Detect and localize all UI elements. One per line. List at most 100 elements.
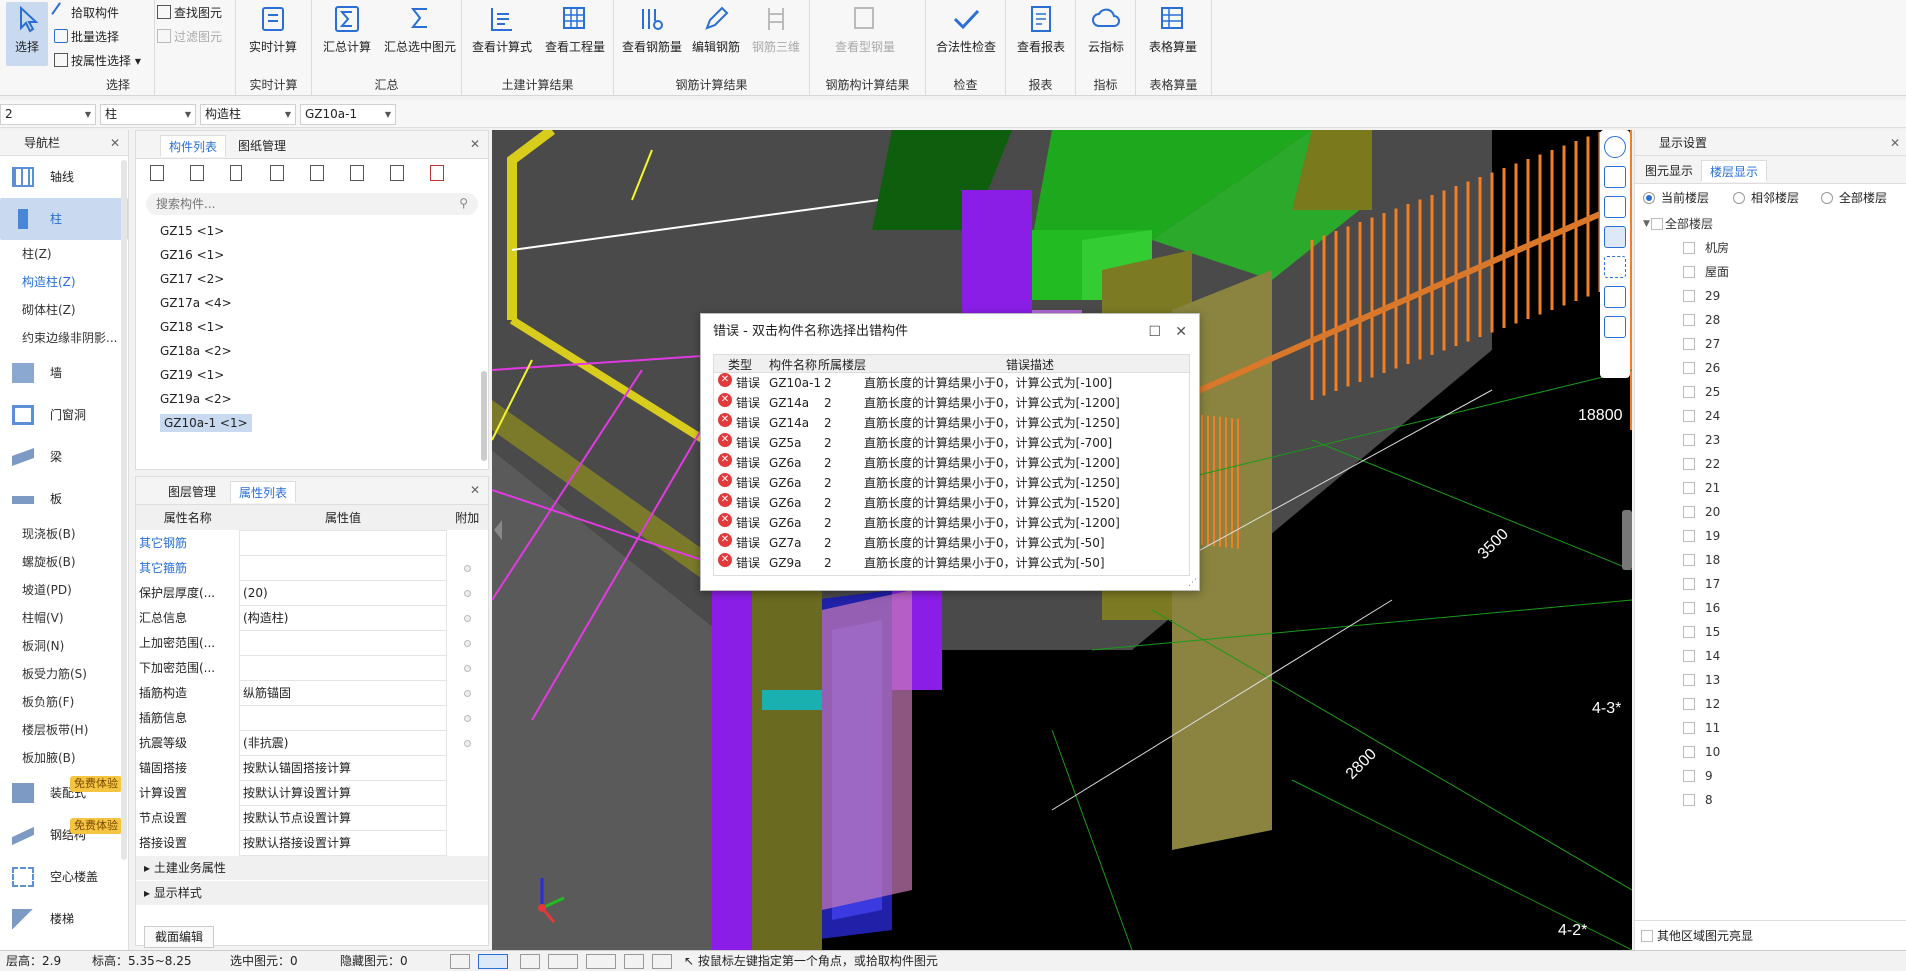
settings-icon[interactable] [1604,286,1626,308]
floor-item[interactable]: 14 [1635,644,1906,668]
property-value[interactable] [239,554,448,581]
select-button[interactable]: 选择 [6,2,48,66]
nav-subitem[interactable]: 柱(Z) [0,240,128,268]
realtime-calc-button[interactable]: 实时计算 [242,2,304,60]
edit-rebar-button[interactable]: 编辑钢筋 [686,2,746,60]
property-value[interactable] [239,704,448,731]
error-row[interactable]: ✕ 错误 GZ9a 2 直筋长度的计算结果小于0，计算公式为[-50] [714,553,1189,573]
property-value[interactable]: 纵筋锚固 [239,679,448,706]
group-civil-attrs[interactable]: ▸ 土建业务属性 [136,855,488,880]
type-dropdown[interactable]: 柱 ▼ [100,104,196,125]
component-row[interactable]: GZ17 <2> [136,267,488,291]
maximize-icon[interactable]: ☐ [1148,324,1161,340]
error-row[interactable]: ✕ 错误 GZ6a 2 直筋长度的计算结果小于0，计算公式为[-1200] [714,513,1189,533]
error-row[interactable]: ✕ 错误 GZ10a-1 2 直筋长度的计算结果小于0，计算公式为[-100] [714,373,1189,393]
sum-selected-button[interactable]: 汇总选中图元 [380,2,460,60]
snap-tool-icon[interactable] [624,954,644,969]
view-report-button[interactable]: 查看报表 [1010,2,1072,60]
nav-subitem[interactable]: 约束边缘非阴影... [0,324,128,352]
orbit-tool-icon[interactable] [652,954,672,969]
floor-item[interactable]: 16 [1635,596,1906,620]
error-row[interactable]: ✕ 错误 GZ14a 2 直筋长度的计算结果小于0，计算公式为[-1250] [714,413,1189,433]
floor-item[interactable]: 27 [1635,332,1906,356]
nav-subitem[interactable]: 砌体柱(Z) [0,296,128,324]
floor-item[interactable]: 25 [1635,380,1906,404]
search-input[interactable] [146,193,426,215]
component-row[interactable]: GZ15 <1> [136,219,488,243]
error-row[interactable]: ✕ 错误 GZ6a 2 直筋长度的计算结果小于0，计算公式为[-1520] [714,493,1189,513]
property-value[interactable] [239,629,448,656]
nav-subitem[interactable]: 板负筋(F) [0,688,128,716]
line-tool-icon[interactable] [548,954,578,969]
view-rebar-button[interactable]: 查看钢筋量 [618,2,686,60]
extra-dot-icon[interactable] [464,664,472,672]
nav-subitem[interactable]: 螺旋板(B) [0,548,128,576]
floor-item[interactable]: 18 [1635,548,1906,572]
tab-layer-manage[interactable]: 图层管理 [160,481,224,503]
floor-item[interactable]: 29 [1635,284,1906,308]
tab-drawing-manage[interactable]: 图纸管理 [230,135,294,157]
view-steel-button[interactable]: 查看型钢量 [820,2,910,60]
component-search[interactable]: ⚲ [146,193,478,215]
extra-dot-icon[interactable] [464,639,472,647]
error-row[interactable]: ✕ 错误 GZ7a 2 直筋长度的计算结果小于0，计算公式为[-50] [714,533,1189,553]
nav-subitem[interactable]: 板加腋(B) [0,744,128,772]
point-tool-icon[interactable] [586,954,616,969]
nav-scrollbar[interactable] [121,160,127,860]
component-row[interactable]: GZ18a <2> [136,339,488,363]
floor-item[interactable]: 9 [1635,764,1906,788]
close-icon[interactable]: ✕ [470,137,480,151]
component-row[interactable]: GZ18 <1> [136,315,488,339]
filter-element-button[interactable]: 过滤图元 [157,26,222,48]
legal-check-button[interactable]: 合法性检查 [930,2,1002,60]
fullscreen-icon[interactable] [1604,256,1626,278]
component-row[interactable]: GZ10a-1 <1> [136,411,488,435]
component-row[interactable]: GZ19a <2> [136,387,488,411]
floor-item[interactable]: 17 [1635,572,1906,596]
error-row[interactable]: ✕ 错误 GZ14a 2 直筋长度的计算结果小于0，计算公式为[-1200] [714,393,1189,413]
nav-item-hollow-floor[interactable]: 空心楼盖 [0,856,128,898]
nav-subitem[interactable]: 坡道(PD) [0,576,128,604]
tab-element-display[interactable]: 图元显示 [1637,160,1701,182]
floor-copy-icon[interactable] [310,165,324,181]
tab-property-list[interactable]: 属性列表 [230,481,297,503]
floor-item[interactable]: 屋面 [1635,260,1906,284]
delete-icon[interactable] [230,165,242,181]
nav-item-column[interactable]: 柱 [0,198,128,240]
nav-subitem[interactable]: 楼层板带(H) [0,716,128,744]
layer-view-icon[interactable] [1604,316,1626,338]
subtype-dropdown[interactable]: 构造柱 ▼ [200,104,296,125]
property-value[interactable]: 按默认节点设置计算 [239,804,448,831]
floor-root[interactable]: ▼ 全部楼层 [1635,212,1906,236]
error-row[interactable]: ✕ 错误 GZ6a 2 直筋长度的计算结果小于0，计算公式为[-1250] [714,473,1189,493]
pick-component-button[interactable]: 拾取构件 [51,2,119,24]
floor-item[interactable]: 21 [1635,476,1906,500]
tab-component-list[interactable]: 构件列表 [160,135,227,157]
view-quantity-button[interactable]: 查看工程量 [538,2,612,60]
floor-item[interactable]: 13 [1635,668,1906,692]
error-row[interactable]: ✕ 错误 GZ6a 2 直筋长度的计算结果小于0，计算公式为[-1200] [714,453,1189,473]
group-display-style[interactable]: ▸ 显示样式 [136,880,488,905]
extra-dot-icon[interactable] [464,564,472,572]
extra-dot-icon[interactable] [464,614,472,622]
component-dropdown[interactable]: GZ10a-1 ▼ [300,104,396,125]
save-icon[interactable] [350,165,364,181]
3d-view-icon[interactable] [1604,196,1626,218]
cloud-index-button[interactable]: 云指标 [1076,2,1136,60]
resize-grip-icon[interactable]: ⋰ [1188,578,1197,588]
property-value[interactable]: (构造柱) [239,604,448,631]
table-calc-button[interactable]: 表格算量 [1142,2,1204,60]
batch-select-button[interactable]: 批量选择 [54,26,119,48]
error-row[interactable]: ✕ 错误 GZ5a 2 直筋长度的计算结果小于0，计算公式为[-700] [714,433,1189,453]
radio-adjacent-floor[interactable]: 相邻楼层 [1733,184,1799,212]
extra-dot-icon[interactable] [464,714,472,722]
copy-icon[interactable] [190,165,204,181]
layer-copy-icon[interactable] [270,165,284,181]
cross-select-icon[interactable] [520,954,540,969]
close-icon[interactable]: ✕ [1175,324,1187,340]
nav-item-wall[interactable]: 墙 [0,352,128,394]
nav-subitem[interactable]: 构造柱(Z) [0,268,128,296]
filter-list-icon[interactable] [430,165,444,181]
component-row[interactable]: GZ17a <4> [136,291,488,315]
nav-item-beam[interactable]: 梁 [0,436,128,478]
